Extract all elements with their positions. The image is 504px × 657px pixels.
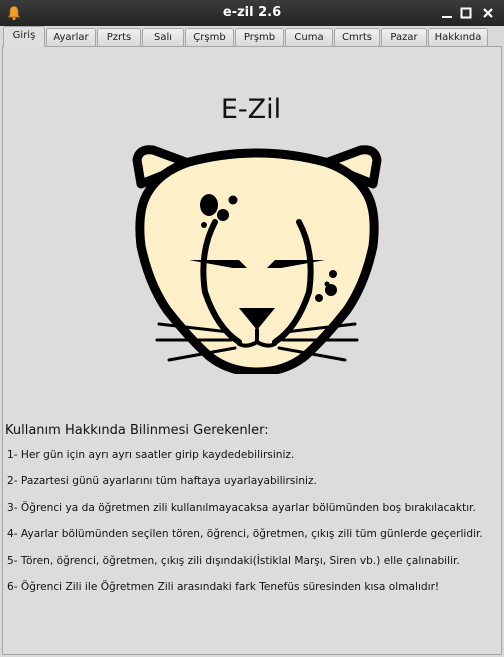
tab-cuma[interactable]: Cuma [285,28,333,46]
info-title: Kullanım Hakkında Bilinmesi Gerekenler: [5,423,269,438]
list-item: 3- Öğrenci ya da öğretmen zili kullanılm… [7,501,476,514]
list-item: 5- Tören, öğrenci, öğretmen, çıkış zili … [7,554,460,567]
tab-giris[interactable]: Giriş [3,26,45,47]
tab-crsmb[interactable]: Çrşmb [185,28,234,46]
list-item: 6- Öğrenci Zili ile Öğretmen Zili arasın… [7,580,440,593]
tab-ayarlar[interactable]: Ayarlar [46,28,96,46]
list-item: 4- Ayarlar bölümünden seçilen tören, öğr… [7,528,483,541]
app-heading: E-Zil [220,94,282,125]
title-bar: e-zil 2.6 [0,0,504,26]
tab-prsmb[interactable]: Prşmb [235,28,284,46]
cheetah-logo [132,145,382,374]
info-list: 1- Her gün için ayrı ayrı saatler girip … [7,449,483,607]
window-title: e-zil 2.6 [222,5,282,20]
giris-panel: E-Zil Kullanım Hakkında Bilinmesi Gereke… [2,46,502,655]
tab-sali[interactable]: Salı [142,28,184,46]
tab-cmrts[interactable]: Cmrts [334,28,380,46]
window-content: Giriş Ayarlar Pzrts Salı Çrşmb Prşmb Cum… [0,26,504,657]
tab-pazar[interactable]: Pazar [381,28,427,46]
tab-bar: Giriş Ayarlar Pzrts Salı Çrşmb Prşmb Cum… [2,26,502,47]
tab-hakkinda[interactable]: Hakkında [428,28,488,46]
list-item: 1- Her gün için ayrı ayrı saatler girip … [7,449,295,461]
list-item: 2- Pazartesi günü ayarlarını tüm haftaya… [7,475,317,488]
tab-pzrts[interactable]: Pzrts [97,28,141,46]
close-icon[interactable] [480,5,496,21]
maximize-icon[interactable] [458,5,474,21]
minimize-icon[interactable] [439,5,455,21]
